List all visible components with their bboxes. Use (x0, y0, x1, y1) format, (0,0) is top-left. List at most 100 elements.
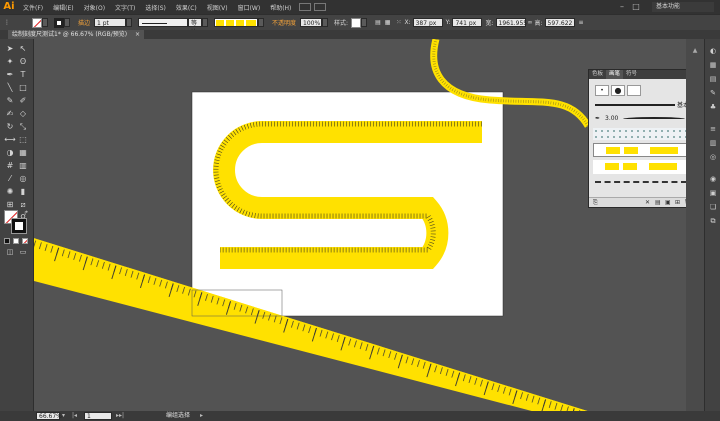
brush-tool-icon[interactable]: ✎ (4, 96, 16, 106)
mesh-tool-icon[interactable]: # (4, 161, 16, 171)
stroke-panel-icon[interactable]: ≡ (708, 125, 718, 134)
tab-symbols[interactable]: 符号 (623, 70, 640, 79)
screen-mode-icon[interactable]: ▭ (17, 247, 29, 257)
new-brush-icon[interactable]: ⊞ (675, 199, 680, 206)
vertical-scrollbar[interactable]: ▲ (686, 39, 704, 411)
brush-dot-small[interactable]: • (595, 85, 609, 96)
symbol-sprayer-tool-icon[interactable]: ✺ (4, 187, 16, 197)
stroke-label[interactable]: 描边 (78, 18, 90, 27)
stroke-weight-dropdown[interactable] (126, 18, 133, 27)
brush-row-calligraphic[interactable]: ✒ 3.00 (593, 114, 690, 126)
line-tool-icon[interactable]: ╲ (4, 83, 16, 93)
height-field[interactable]: 597.622 (544, 18, 575, 27)
zoom-dropdown-icon[interactable]: ▾ (62, 412, 65, 420)
x-field[interactable]: 387 px (412, 18, 443, 27)
rotate-tool-icon[interactable]: ↻ (4, 122, 16, 132)
align-icon[interactable]: ▤ (375, 19, 381, 26)
selection-tool-icon[interactable]: ➤ (4, 44, 16, 54)
menu-effect[interactable]: 效果(C) (171, 3, 202, 12)
none-mode-icon[interactable] (22, 238, 28, 244)
brush-dropdown[interactable] (258, 18, 265, 27)
free-transform-tool-icon[interactable]: ⬚ (17, 135, 29, 145)
symbols-panel-icon[interactable]: ♣ (708, 103, 718, 112)
gradient-mode-icon[interactable] (13, 238, 19, 244)
stroke-color-box[interactable] (11, 218, 27, 234)
shape-builder-tool-icon[interactable]: ◑ (4, 148, 16, 158)
draw-normal-icon[interactable]: ◫ (4, 247, 16, 257)
opacity-field[interactable]: 100% (300, 18, 323, 27)
brush-row-pattern-dots[interactable] (593, 128, 690, 140)
direct-selection-tool-icon[interactable]: ↖ (17, 44, 29, 54)
brush-options-icon[interactable]: ▤ (655, 199, 661, 206)
magic-wand-tool-icon[interactable]: ✦ (4, 57, 16, 67)
status-menu-icon[interactable]: ▸ (200, 412, 203, 420)
profile-uniform-label[interactable]: 等比 (188, 18, 203, 36)
stroke-swatch[interactable] (54, 17, 64, 28)
gradient-tool-icon[interactable]: ▥ (17, 161, 29, 171)
stroke-weight-field[interactable]: 1 pt (94, 18, 127, 27)
brush-row-ruler-selected[interactable] (593, 143, 690, 157)
arrange-documents-icon[interactable] (314, 3, 327, 11)
remove-stroke-icon[interactable]: ✕ (645, 199, 650, 206)
brush-row-basic[interactable]: 基本 (593, 99, 690, 111)
brush-row-dashed[interactable] (593, 177, 690, 187)
close-tab-icon[interactable]: × (135, 31, 140, 38)
profile-dropdown[interactable] (202, 18, 209, 27)
pencil-tool-icon[interactable]: ✐ (17, 96, 29, 106)
brush-empty-slot[interactable] (627, 85, 641, 96)
brush-dot-large[interactable]: ● (611, 85, 625, 96)
graphic-style-dropdown[interactable] (361, 18, 368, 27)
first-artboard-icon[interactable]: |◂ (72, 412, 77, 420)
blob-brush-tool-icon[interactable]: ✍ (4, 109, 16, 119)
opacity-label[interactable]: 不透明度 (272, 18, 296, 27)
eyedropper-tool-icon[interactable]: ⁄ (4, 174, 16, 184)
menu-window[interactable]: 窗口(W) (233, 3, 266, 12)
appearance-panel-icon[interactable]: ◉ (708, 175, 718, 184)
gradient-panel-icon[interactable]: ▥ (708, 139, 718, 148)
menu-select[interactable]: 选择(S) (140, 3, 171, 12)
reference-point-icon[interactable]: ⁙ (396, 19, 401, 26)
column-graph-tool-icon[interactable]: ▮ (17, 187, 29, 197)
swap-colors-icon[interactable]: ↱ (20, 209, 32, 219)
panel-menu-icon[interactable]: ≡ (579, 19, 584, 26)
transform-icon[interactable]: ▦ (385, 19, 391, 26)
menu-view[interactable]: 视图(V) (202, 3, 233, 12)
menu-type[interactable]: 文字(T) (110, 3, 140, 12)
menu-help[interactable]: 帮助(H) (265, 3, 296, 12)
brush-row-ruler-2[interactable] (593, 160, 690, 174)
scroll-up-icon[interactable]: ▲ (690, 47, 700, 55)
tab-swatches[interactable]: 色板 (589, 70, 606, 79)
perspective-grid-tool-icon[interactable]: ▦ (17, 148, 29, 158)
opacity-dropdown[interactable] (322, 18, 329, 27)
bridge-icon[interactable] (299, 3, 312, 11)
menu-file[interactable]: 文件(F) (18, 3, 48, 12)
artboards-panel-icon[interactable]: ⧉ (708, 217, 718, 226)
fill-dropdown[interactable] (42, 18, 48, 27)
constrain-link-icon[interactable]: ∞ (528, 19, 533, 26)
document-tab[interactable]: 绘制刻度尺测试1* @ 66.67% (RGB/预览) × (8, 30, 145, 39)
y-field[interactable]: 741 px (452, 18, 483, 27)
brush-definition[interactable] (214, 18, 259, 27)
graphic-style-swatch[interactable] (351, 17, 362, 28)
eraser-tool-icon[interactable]: ◇ (17, 109, 29, 119)
color-panel-icon[interactable]: ◐ (708, 47, 718, 56)
artboard-tool-icon[interactable]: ⊞ (4, 200, 16, 210)
menu-object[interactable]: 对象(O) (79, 3, 110, 12)
color-mode-icon[interactable] (4, 238, 10, 244)
brush-libraries-icon[interactable]: ⎘ (593, 199, 598, 207)
fill-swatch[interactable] (32, 17, 42, 28)
minimize-icon[interactable]: – (616, 1, 628, 13)
zoom-field[interactable]: 66.67% (36, 412, 62, 420)
layers-panel-icon[interactable]: ❏ (708, 203, 718, 212)
pen-tool-icon[interactable]: ✒ (4, 70, 16, 80)
artboard-number-field[interactable]: 1 (84, 412, 112, 420)
maximize-icon[interactable]: □ (630, 1, 642, 13)
color-guide-icon[interactable]: ▦ (708, 61, 718, 70)
width-tool-icon[interactable]: ⟷ (4, 135, 16, 145)
options-icon[interactable]: ▣ (665, 199, 671, 206)
width-field[interactable]: 1961.955 (495, 18, 527, 27)
type-tool-icon[interactable]: T (17, 70, 29, 80)
tab-brushes[interactable]: 画笔 (606, 70, 624, 79)
menu-edit[interactable]: 编辑(E) (48, 3, 78, 12)
variable-width-profile[interactable] (138, 18, 189, 27)
